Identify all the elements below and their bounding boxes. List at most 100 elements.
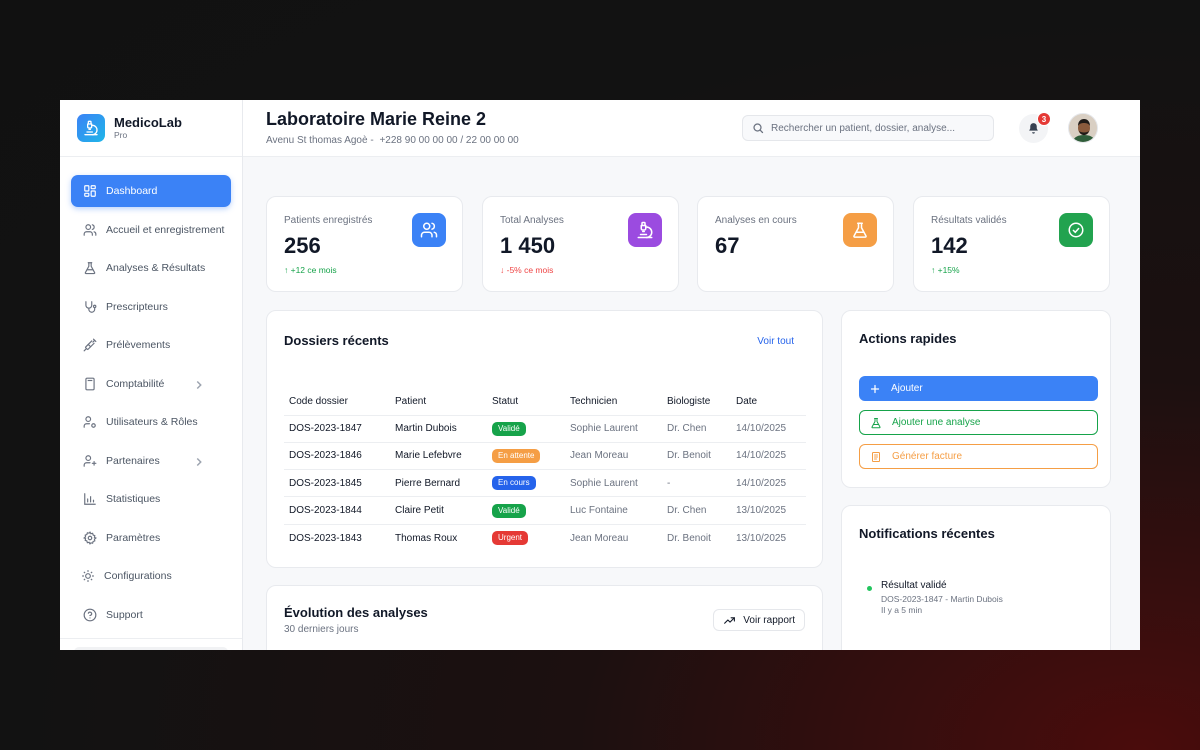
sidebar-item-label: Prélèvements (106, 339, 171, 351)
stat-trend: ↓ -5% ce mois (500, 265, 554, 275)
stat-card-analyses[interactable]: Total Analyses 1 450 ↓ -5% ce mois (482, 196, 679, 292)
column-header[interactable]: Date (731, 389, 806, 416)
stat-card-valides[interactable]: Résultats validés 142 ↑ +15% (913, 196, 1110, 292)
stat-value: 67 (715, 233, 740, 258)
record-technician: Jean Moreau (565, 442, 662, 471)
sidebar-item-partenaires[interactable]: Partenaires (71, 445, 231, 477)
stat-value: 142 (931, 233, 968, 258)
add-button-label: Ajouter (891, 383, 923, 394)
status-badge: En attente (492, 448, 541, 463)
view-report-button[interactable]: Voir rapport (713, 609, 805, 631)
record-date: 14/10/2025 (731, 469, 806, 498)
sidebar-item-parametres[interactable]: Paramètres (71, 522, 231, 554)
stat-label: Patients enregistrés (284, 215, 373, 226)
invoice-icon (872, 451, 880, 462)
status-badge: Urgent (492, 531, 529, 546)
syringe-icon (83, 338, 97, 352)
user-avatar-image (1069, 114, 1097, 142)
bar-chart-icon (84, 493, 96, 505)
sidebar-item-dashboard[interactable]: Dashboard (71, 175, 231, 207)
sidebar-item-configurations[interactable]: Configurations (71, 560, 231, 592)
column-header[interactable]: Code dossier (284, 389, 390, 416)
sidebar-item-label: Prescripteurs (106, 300, 168, 313)
table-row[interactable]: DOS-2023-1845 Pierre Bernard En cours So… (284, 469, 806, 498)
records-table: Code dossier Patient Statut Technicien B… (284, 389, 806, 551)
column-header[interactable]: Technicien (565, 389, 662, 416)
notification-title[interactable]: Résultat validé (881, 580, 947, 591)
app-window: MedicoLab Pro Dashboard Accueil et enreg… (60, 100, 1140, 650)
column-header[interactable]: Patient (390, 389, 487, 416)
generate-invoice-button[interactable]: Générer facture (859, 444, 1098, 469)
users-icon (83, 223, 97, 236)
stat-card-patients[interactable]: Patients enregistrés 256 ↑ +12 ce mois (266, 196, 463, 292)
check-circle-icon (1059, 213, 1093, 247)
sidebar-item-label: Paramètres (106, 531, 161, 544)
record-technician: Sophie Laurent (565, 469, 662, 498)
search-box[interactable] (742, 115, 994, 141)
table-row[interactable]: DOS-2023-1846 Marie Lefebvre En attente … (284, 442, 806, 471)
add-analysis-label: Ajouter une analyse (892, 417, 981, 428)
stat-label: Analyses en cours (715, 215, 797, 226)
card-title: Actions rapides (859, 331, 957, 346)
record-biologist: - (662, 469, 731, 498)
sidebar-item-analyses[interactable]: Analyses & Résultats (71, 252, 231, 284)
plus-icon (870, 384, 880, 393)
record-date: 14/10/2025 (731, 415, 806, 443)
search-input[interactable] (771, 122, 981, 134)
stat-label: Résultats validés (931, 215, 1007, 226)
generate-invoice-label: Générer facture (892, 451, 963, 462)
sidebar-item-accueil[interactable]: Accueil et enregistrement (71, 214, 231, 246)
sidebar-item-support[interactable]: Support (71, 599, 231, 631)
main-content: Laboratoire Marie Reine 2 Avenu St thoma… (243, 100, 1140, 650)
gear-icon (83, 530, 97, 545)
calculator-icon (85, 377, 95, 390)
table-row[interactable]: DOS-2023-1843 Thomas Roux Urgent Jean Mo… (284, 524, 806, 551)
help-circle-icon (83, 608, 97, 621)
card-subtitle: 30 derniers jours (284, 624, 359, 635)
record-biologist: Dr. Benoit (667, 532, 711, 544)
sidebar-item-prelevements[interactable]: Prélèvements (71, 329, 231, 361)
see-all-link[interactable]: Voir tout (757, 336, 794, 347)
table-row[interactable]: DOS-2023-1847 Martin Dubois Validé Sophi… (284, 415, 806, 443)
sidebar-item-comptabilite[interactable]: Comptabilité (71, 368, 231, 400)
handshake-icon (83, 454, 97, 467)
sidebar-item-label: Analyses & Résultats (106, 262, 206, 274)
status-badge: Validé (492, 503, 526, 518)
recent-records-card: Dossiers récents Voir tout Code dossier … (266, 310, 823, 568)
stat-card-en-cours[interactable]: Analyses en cours 67 (697, 196, 894, 292)
chevron-right-icon (196, 380, 202, 389)
sidebar-item-statistiques[interactable]: Statistiques (71, 483, 231, 515)
search-icon (753, 123, 764, 134)
record-technician: Jean Moreau (570, 532, 629, 544)
brand[interactable]: MedicoLab Pro (60, 100, 242, 157)
table-row[interactable]: DOS-2023-1844 Claire Petit Validé Luc Fo… (284, 496, 806, 525)
sidebar-item-utilisateurs[interactable]: Utilisateurs & Rôles (71, 406, 231, 438)
recent-notifications-card: Notifications récentes Résultat validé D… (841, 505, 1111, 650)
sidebar-item-prescripteurs[interactable]: Prescripteurs (71, 291, 231, 323)
column-header[interactable]: Statut (487, 389, 565, 416)
sidebar: MedicoLab Pro Dashboard Accueil et enreg… (60, 100, 243, 650)
notification-meta: DOS-2023-1847 - Martin Dubois (881, 594, 1003, 604)
notification-time: Il y a 5 min (881, 605, 923, 615)
card-title: Dossiers récents (284, 333, 389, 348)
record-code: DOS-2023-1844 (284, 496, 390, 525)
status-badge: En cours (492, 476, 536, 491)
sidebar-item-label: Comptabilité (106, 377, 165, 390)
brand-tier: Pro (114, 130, 128, 140)
add-analysis-button[interactable]: Ajouter une analyse (859, 410, 1098, 435)
sidebar-item-label: Configurations (104, 570, 172, 582)
avatar[interactable] (1068, 113, 1098, 143)
record-date: 14/10/2025 (731, 442, 806, 471)
add-button[interactable]: Ajouter (859, 376, 1098, 401)
sidebar-item-label: Support (106, 608, 143, 621)
record-technician: Sophie Laurent (565, 415, 662, 443)
sidebar-item-label: Partenaires (106, 454, 160, 467)
topbar: Laboratoire Marie Reine 2 Avenu St thoma… (243, 100, 1140, 157)
record-code: DOS-2023-1843 (289, 532, 362, 544)
trending-up-icon (724, 616, 736, 624)
column-header[interactable]: Biologiste (662, 389, 731, 416)
record-code: DOS-2023-1845 (284, 469, 390, 498)
stat-value: 1 450 (500, 233, 556, 258)
notifications-button[interactable]: 3 (1019, 112, 1051, 143)
sidebar-item-label: Statistiques (106, 493, 161, 505)
